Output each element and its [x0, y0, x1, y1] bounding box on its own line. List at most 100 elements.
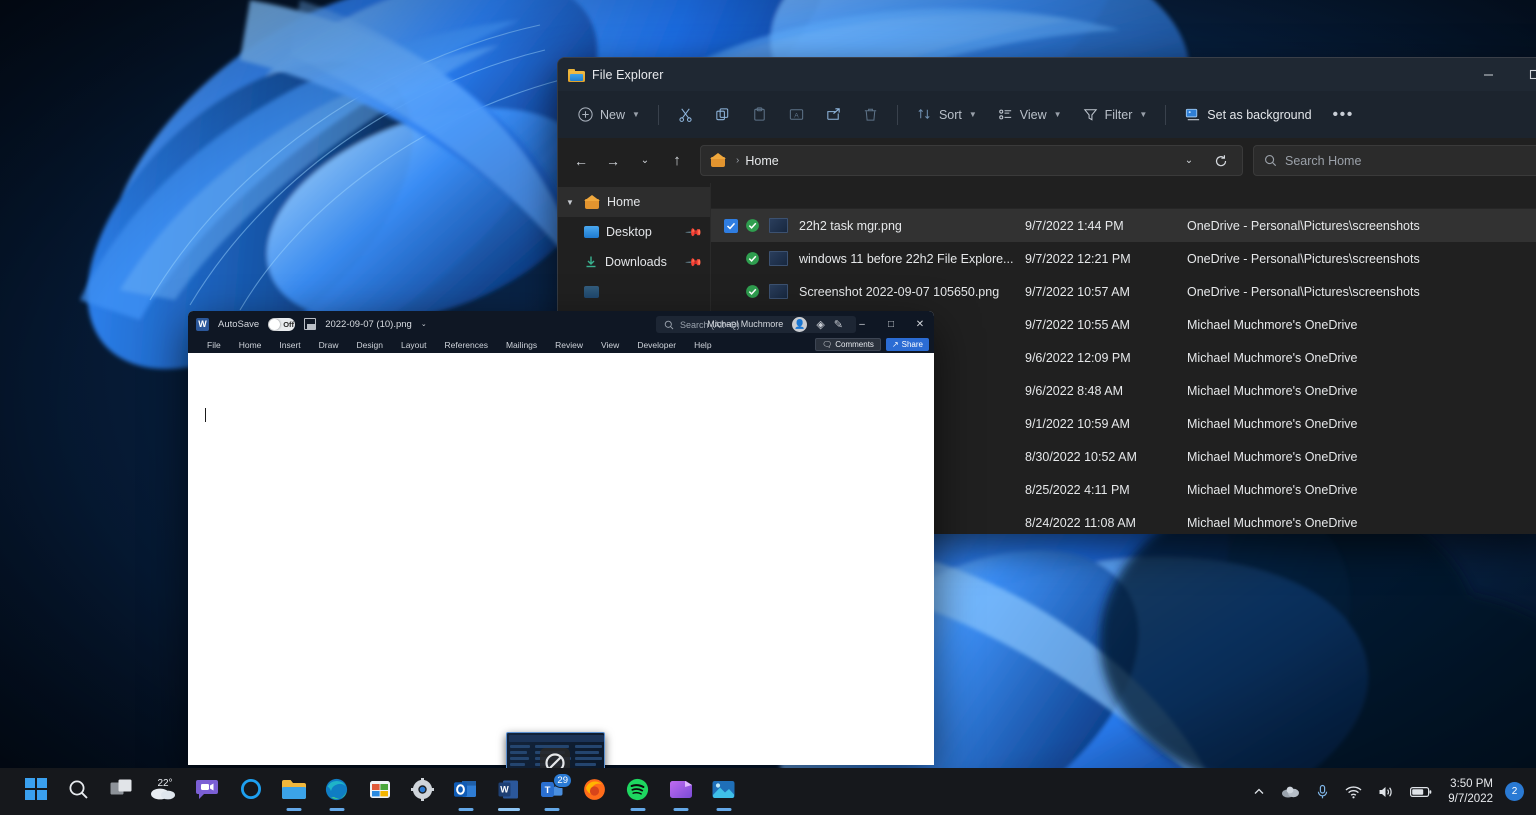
word-titlebar[interactable]: W AutoSave Off 2022-09-07 (10).png ⌄ Sea…: [188, 311, 934, 337]
breadcrumb-home[interactable]: Home: [745, 154, 778, 168]
pin-icon[interactable]: 📌: [685, 223, 704, 242]
share-button[interactable]: [816, 99, 851, 131]
file-name[interactable]: Screenshot 2022-09-07 105650.png: [799, 285, 1025, 299]
share-button[interactable]: ↗ Share: [886, 338, 929, 351]
rename-button[interactable]: A: [779, 99, 814, 131]
weather-widget[interactable]: 22°: [143, 770, 186, 813]
sidebar-item-downloads[interactable]: Downloads 📌: [558, 247, 710, 277]
firefox-button[interactable]: [573, 770, 616, 813]
photos-button[interactable]: [702, 770, 745, 813]
ribbon-tab-mailings[interactable]: Mailings: [497, 340, 546, 350]
minimize-button[interactable]: –: [852, 311, 872, 337]
system-tray[interactable]: 3:50 PM 9/7/2022 2: [1245, 772, 1528, 812]
new-button[interactable]: New ▼: [568, 99, 649, 131]
word-button[interactable]: W: [487, 770, 530, 813]
ribbon-tab-references[interactable]: References: [436, 340, 497, 350]
search-button[interactable]: [57, 770, 100, 813]
avatar[interactable]: 👤: [792, 317, 807, 332]
forward-button[interactable]: →: [598, 146, 628, 176]
column-header[interactable]: [711, 183, 1536, 209]
file-explorer-window-controls[interactable]: [1465, 58, 1536, 91]
back-button[interactable]: ←: [566, 146, 596, 176]
cut-button[interactable]: [668, 99, 703, 131]
word-document-page[interactable]: [188, 353, 934, 765]
minimize-button[interactable]: [1465, 58, 1511, 91]
task-view-button[interactable]: [100, 770, 143, 813]
edge-button[interactable]: [315, 770, 358, 813]
start-button[interactable]: [14, 770, 57, 813]
volume-tray-button[interactable]: [1370, 772, 1402, 812]
search-input[interactable]: Search Home: [1253, 145, 1536, 176]
battery-tray-button[interactable]: [1402, 772, 1440, 812]
delete-button[interactable]: [853, 99, 888, 131]
pen-icon[interactable]: ✎: [834, 318, 843, 331]
taskbar[interactable]: 22° WT29: [0, 768, 1536, 815]
save-icon[interactable]: [304, 318, 316, 330]
cortana-button[interactable]: [229, 770, 272, 813]
ribbon-tab-view[interactable]: View: [592, 340, 628, 350]
clock[interactable]: 3:50 PM 9/7/2022: [1440, 777, 1501, 807]
document-filename[interactable]: 2022-09-07 (10).png: [325, 319, 412, 330]
ribbon-tab-developer[interactable]: Developer: [628, 340, 685, 350]
comments-button[interactable]: 🗨 Comments: [815, 338, 881, 351]
microphone-tray-button[interactable]: [1308, 772, 1337, 812]
word-window[interactable]: W AutoSave Off 2022-09-07 (10).png ⌄ Sea…: [188, 311, 934, 765]
sidebar-item-desktop[interactable]: Desktop 📌: [558, 217, 710, 247]
outlook-button[interactable]: [444, 770, 487, 813]
ribbon-tab-draw[interactable]: Draw: [310, 340, 348, 350]
table-row[interactable]: windows 11 before 22h2 File Explore...9/…: [711, 242, 1536, 275]
view-button[interactable]: View ▼: [988, 99, 1071, 131]
spotify-button[interactable]: [616, 770, 659, 813]
breadcrumb-dropdown-button[interactable]: ⌄: [1174, 146, 1204, 176]
maximize-button[interactable]: [1511, 58, 1536, 91]
file-name[interactable]: 22h2 task mgr.png: [799, 219, 1025, 233]
wifi-tray-button[interactable]: [1337, 772, 1370, 812]
sort-button[interactable]: Sort ▼: [907, 99, 986, 131]
sidebar-item-label: Desktop: [606, 225, 652, 239]
table-row[interactable]: 22h2 task mgr.png9/7/2022 1:44 PMOneDriv…: [711, 209, 1536, 242]
tray-overflow-button[interactable]: [1245, 772, 1273, 812]
recent-locations-button[interactable]: ⌄: [630, 146, 660, 176]
chat-button[interactable]: [186, 770, 229, 813]
file-explorer-addressbar[interactable]: ← → ⌄ ↑ › Home ⌄ Search Home: [558, 138, 1536, 183]
settings-button[interactable]: [401, 770, 444, 813]
file-explorer-toolbar[interactable]: New ▼ A: [558, 91, 1536, 138]
row-checkbox[interactable]: [724, 219, 738, 233]
word-titlebar-right[interactable]: Michael Muchmore 👤 ◈ ✎ – □ ✕: [707, 311, 930, 337]
sidebar-item-partial[interactable]: [558, 277, 710, 307]
diamond-icon[interactable]: ◈: [816, 318, 824, 331]
copy-button[interactable]: [705, 99, 740, 131]
ribbon-tab-help[interactable]: Help: [685, 340, 720, 350]
pin-icon[interactable]: 📌: [685, 253, 704, 272]
paste-button[interactable]: [742, 99, 777, 131]
ribbon-tab-insert[interactable]: Insert: [270, 340, 309, 350]
refresh-button[interactable]: [1206, 146, 1236, 176]
notification-center-button[interactable]: 2: [1501, 772, 1528, 812]
sidebar-item-home[interactable]: ▼ Home: [558, 187, 710, 217]
chevron-down-icon[interactable]: ▼: [566, 198, 577, 207]
ribbon-tab-review[interactable]: Review: [546, 340, 592, 350]
table-row[interactable]: Screenshot 2022-09-07 105650.png9/7/2022…: [711, 275, 1536, 308]
ribbon-tab-home[interactable]: Home: [230, 340, 271, 350]
clipchamp-button[interactable]: [659, 770, 702, 813]
teams-button[interactable]: T29: [530, 770, 573, 813]
more-options-button[interactable]: •••: [1323, 106, 1364, 124]
word-ribbon-tabs[interactable]: FileHomeInsertDrawDesignLayoutReferences…: [188, 337, 934, 353]
word-ribbon-actions[interactable]: 🗨 Comments ↗ Share: [815, 338, 929, 351]
filter-button[interactable]: Filter ▼: [1073, 99, 1157, 131]
ribbon-tab-design[interactable]: Design: [348, 340, 392, 350]
maximize-button[interactable]: □: [881, 311, 901, 337]
ribbon-tab-file[interactable]: File: [198, 340, 230, 350]
up-button[interactable]: ↑: [662, 146, 692, 176]
close-button[interactable]: ✕: [910, 311, 930, 337]
file-explorer-titlebar[interactable]: File Explorer: [558, 58, 1536, 91]
ribbon-tab-layout[interactable]: Layout: [392, 340, 436, 350]
set-as-background-button[interactable]: Set as background: [1175, 99, 1320, 131]
breadcrumb[interactable]: › Home ⌄: [700, 145, 1243, 176]
file-explorer-button[interactable]: [272, 770, 315, 813]
store-button[interactable]: [358, 770, 401, 813]
onedrive-tray-button[interactable]: [1273, 772, 1308, 812]
file-name[interactable]: windows 11 before 22h2 File Explore...: [799, 252, 1025, 266]
autosave-toggle[interactable]: Off: [268, 318, 295, 331]
chevron-down-icon[interactable]: ⌄: [421, 320, 427, 328]
